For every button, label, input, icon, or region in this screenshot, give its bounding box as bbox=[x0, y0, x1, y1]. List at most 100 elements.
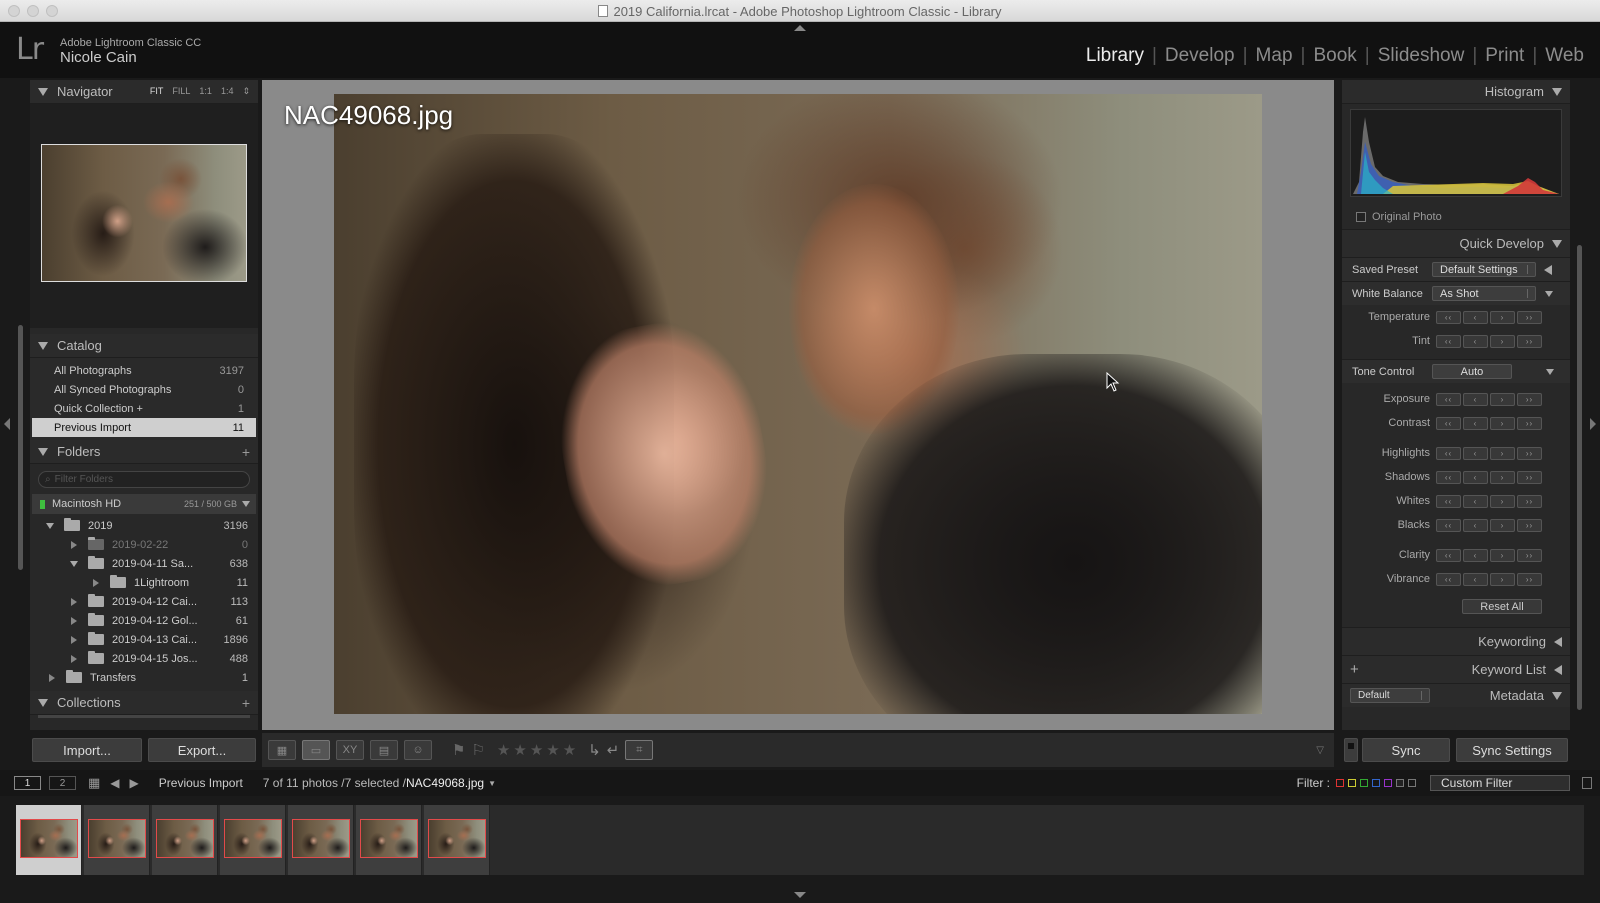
decrease-small-button[interactable]: ‹ bbox=[1463, 334, 1488, 348]
increase-small-button[interactable]: › bbox=[1490, 334, 1515, 348]
star-icon[interactable]: ★ bbox=[513, 741, 526, 759]
disclosure-closed-icon[interactable] bbox=[68, 635, 80, 644]
keyword-list-header[interactable]: + Keyword List bbox=[1342, 655, 1570, 683]
volume-macintosh-hd[interactable]: Macintosh HD 251 / 500 GB bbox=[32, 494, 256, 514]
expand-triangle-icon[interactable] bbox=[1554, 664, 1562, 675]
decrease-large-button[interactable]: ‹‹ bbox=[1436, 470, 1461, 484]
add-collection-icon[interactable]: + bbox=[242, 695, 250, 711]
increase-large-button[interactable]: ›› bbox=[1517, 494, 1542, 508]
increase-small-button[interactable]: › bbox=[1490, 470, 1515, 484]
module-web[interactable]: Web bbox=[1539, 45, 1590, 67]
sync-button[interactable]: Sync bbox=[1362, 738, 1450, 762]
sync-settings-button[interactable]: Sync Settings bbox=[1456, 738, 1568, 762]
catalog-header[interactable]: Catalog bbox=[30, 334, 258, 358]
purple-label-filter[interactable] bbox=[1384, 779, 1392, 787]
navigator-thumbnail[interactable] bbox=[41, 144, 247, 282]
module-develop[interactable]: Develop bbox=[1159, 45, 1241, 67]
collapse-triangle-icon[interactable] bbox=[1552, 691, 1562, 700]
folder-row[interactable]: 2019-02-22 0 bbox=[30, 535, 258, 554]
people-view-icon[interactable]: ☺ bbox=[404, 740, 432, 760]
folder-row[interactable]: 2019-04-11 Sa... 638 bbox=[30, 554, 258, 573]
crop-overlay-icon[interactable]: ⌗ bbox=[625, 740, 654, 760]
toggle-left-panel-arrow-icon[interactable] bbox=[4, 418, 10, 430]
auto-tone-button[interactable]: Auto bbox=[1432, 364, 1512, 379]
zoom-1-1[interactable]: 1:1 bbox=[199, 86, 212, 97]
zoom-fill[interactable]: FILL bbox=[172, 86, 190, 97]
left-panel-scrollbar[interactable] bbox=[18, 325, 23, 570]
red-label-filter[interactable] bbox=[1336, 779, 1344, 787]
collapse-triangle-icon[interactable] bbox=[38, 698, 48, 707]
filter-folders-input[interactable]: ⌕ Filter Folders bbox=[38, 470, 250, 488]
decrease-small-button[interactable]: ‹ bbox=[1463, 548, 1488, 562]
decrease-small-button[interactable]: ‹ bbox=[1463, 470, 1488, 484]
star-icon[interactable]: ★ bbox=[563, 741, 576, 759]
module-print[interactable]: Print bbox=[1479, 45, 1530, 67]
disclosure-open-icon[interactable] bbox=[44, 522, 56, 529]
star-icon[interactable]: ★ bbox=[530, 741, 543, 759]
zoom-fit[interactable]: FIT bbox=[150, 86, 164, 97]
filter-lock-icon[interactable] bbox=[1582, 777, 1592, 789]
custom-filter-select[interactable]: Custom Filter bbox=[1430, 775, 1570, 791]
collections-header[interactable]: Collections + bbox=[30, 691, 258, 715]
flag-reject-icon[interactable]: ⚐ bbox=[471, 741, 484, 759]
forward-arrow-icon[interactable]: ▶ bbox=[130, 776, 139, 790]
yellow-label-filter[interactable] bbox=[1348, 779, 1356, 787]
filmstrip-thumbnail[interactable] bbox=[152, 805, 218, 875]
main-window-button[interactable]: 1 bbox=[14, 776, 41, 790]
disclosure-closed-icon[interactable] bbox=[68, 616, 80, 625]
loupe-view-icon[interactable]: ▭ bbox=[302, 740, 330, 760]
disclosure-closed-icon[interactable] bbox=[68, 597, 80, 606]
disclosure-closed-icon[interactable] bbox=[90, 578, 102, 587]
folder-row[interactable]: 2019 3196 bbox=[30, 516, 258, 535]
back-arrow-icon[interactable]: ◀ bbox=[110, 776, 119, 790]
toolbar-content-menu-icon[interactable]: ▽ bbox=[1316, 745, 1324, 756]
volume-expand-icon[interactable] bbox=[242, 501, 250, 507]
increase-small-button[interactable]: › bbox=[1490, 518, 1515, 532]
reset-all-button[interactable]: Reset All bbox=[1462, 599, 1542, 614]
right-panel-scrollbar[interactable] bbox=[1577, 245, 1582, 710]
survey-view-icon[interactable]: ▤ bbox=[370, 740, 398, 760]
blue-label-filter[interactable] bbox=[1372, 779, 1380, 787]
filmstrip-thumbnail[interactable] bbox=[16, 805, 82, 875]
increase-small-button[interactable]: › bbox=[1490, 494, 1515, 508]
decrease-large-button[interactable]: ‹‹ bbox=[1436, 548, 1461, 562]
collapse-triangle-icon[interactable] bbox=[1552, 87, 1562, 96]
decrease-small-button[interactable]: ‹ bbox=[1463, 446, 1488, 460]
rotate-left-icon[interactable]: ↳ bbox=[588, 741, 601, 759]
folder-row[interactable]: 2019-04-12 Cai... 113 bbox=[30, 592, 258, 611]
increase-small-button[interactable]: › bbox=[1490, 392, 1515, 406]
zoom-1-4[interactable]: 1:4 bbox=[221, 86, 234, 97]
module-book[interactable]: Book bbox=[1307, 45, 1362, 67]
folder-row[interactable]: 2019-04-13 Cai... 1896 bbox=[30, 630, 258, 649]
disclosure-closed-icon[interactable] bbox=[46, 673, 58, 682]
add-folder-icon[interactable]: + bbox=[242, 444, 250, 460]
current-filename[interactable]: NAC49068.jpg bbox=[406, 776, 484, 790]
catalog-item-all-photographs[interactable]: All Photographs 3197 bbox=[32, 361, 256, 380]
collapse-triangle-icon[interactable] bbox=[38, 341, 48, 350]
star-icon[interactable]: ★ bbox=[546, 741, 559, 759]
filmstrip-source[interactable]: Previous Import bbox=[159, 776, 243, 790]
decrease-large-button[interactable]: ‹‹ bbox=[1436, 310, 1461, 324]
decrease-small-button[interactable]: ‹ bbox=[1463, 416, 1488, 430]
decrease-large-button[interactable]: ‹‹ bbox=[1436, 518, 1461, 532]
metadata-header[interactable]: Default Metadata bbox=[1342, 683, 1570, 707]
increase-small-button[interactable]: › bbox=[1490, 572, 1515, 586]
increase-large-button[interactable]: ›› bbox=[1517, 334, 1542, 348]
add-keyword-icon[interactable]: + bbox=[1350, 661, 1359, 678]
decrease-large-button[interactable]: ‹‹ bbox=[1436, 494, 1461, 508]
collapse-triangle-icon[interactable] bbox=[38, 447, 48, 456]
grid-view-icon[interactable]: ▦ bbox=[268, 740, 296, 760]
expand-triangle-icon[interactable] bbox=[1554, 636, 1562, 647]
compare-view-icon[interactable]: XY bbox=[336, 740, 364, 760]
increase-small-button[interactable]: › bbox=[1490, 446, 1515, 460]
white-balance-select[interactable]: As Shot bbox=[1432, 286, 1536, 301]
increase-large-button[interactable]: ›› bbox=[1517, 470, 1542, 484]
catalog-item-previous-import[interactable]: Previous Import 11 bbox=[32, 418, 256, 437]
rotate-right-icon[interactable]: ↵ bbox=[607, 741, 620, 759]
increase-large-button[interactable]: ›› bbox=[1517, 518, 1542, 532]
decrease-small-button[interactable]: ‹ bbox=[1463, 392, 1488, 406]
toggle-right-panel-arrow-icon[interactable] bbox=[1590, 418, 1596, 430]
folder-row[interactable]: 1Lightroom 11 bbox=[30, 573, 258, 592]
module-slideshow[interactable]: Slideshow bbox=[1372, 45, 1471, 67]
flag-pick-icon[interactable]: ⚑ bbox=[452, 741, 465, 759]
